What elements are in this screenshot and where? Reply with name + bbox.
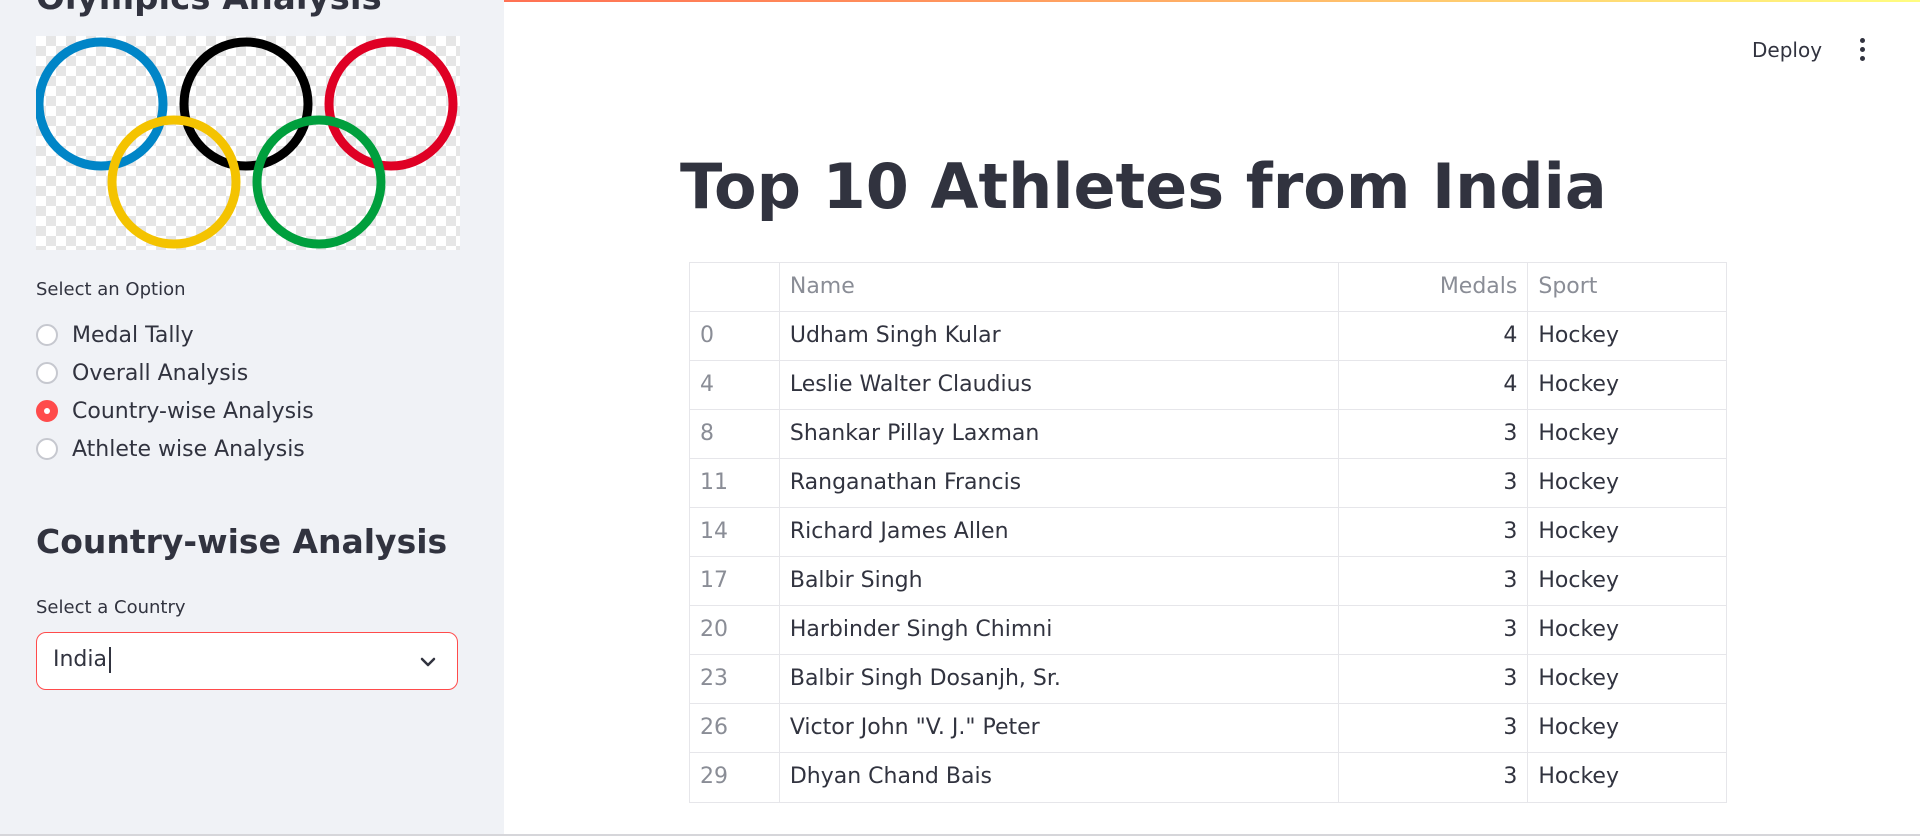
section-title: Country-wise Analysis (36, 522, 448, 561)
cell-name[interactable]: Dhyan Chand Bais (780, 753, 1339, 802)
column-header-medals[interactable]: Medals (1339, 263, 1529, 311)
cell-sport[interactable]: Hockey (1528, 606, 1726, 654)
radio-overall-analysis[interactable]: Overall Analysis (36, 354, 314, 392)
cell-medals[interactable]: 3 (1339, 704, 1529, 752)
table-row: 26 Victor John "V. J." Peter 3 Hockey (690, 704, 1726, 753)
row-index[interactable]: 20 (690, 606, 780, 654)
cell-name[interactable]: Shankar Pillay Laxman (780, 410, 1339, 458)
cell-name[interactable]: Harbinder Singh Chimni (780, 606, 1339, 654)
cell-medals[interactable]: 3 (1339, 508, 1529, 556)
cell-medals[interactable]: 3 (1339, 410, 1529, 458)
cell-name[interactable]: Richard James Allen (780, 508, 1339, 556)
cell-name[interactable]: Balbir Singh Dosanjh, Sr. (780, 655, 1339, 703)
row-index[interactable]: 4 (690, 361, 780, 409)
cell-sport[interactable]: Hockey (1528, 410, 1726, 458)
cell-name[interactable]: Balbir Singh (780, 557, 1339, 605)
table-header-row: Name Medals Sport (690, 263, 1726, 312)
cell-sport[interactable]: Hockey (1528, 312, 1726, 360)
text-cursor (109, 647, 111, 673)
cell-medals[interactable]: 3 (1339, 606, 1529, 654)
cell-medals[interactable]: 4 (1339, 361, 1529, 409)
table-row: 8 Shankar Pillay Laxman 3 Hockey (690, 410, 1726, 459)
cell-sport[interactable]: Hockey (1528, 655, 1726, 703)
olympic-rings-logo (36, 36, 460, 250)
column-header-sport[interactable]: Sport (1528, 263, 1726, 311)
radio-label: Overall Analysis (72, 360, 249, 386)
country-label: Select a Country (36, 597, 186, 618)
row-index[interactable]: 14 (690, 508, 780, 556)
country-select-value: India (53, 647, 111, 673)
radio-button-selected[interactable] (36, 400, 58, 422)
cell-medals[interactable]: 3 (1339, 655, 1529, 703)
table-row: 4 Leslie Walter Claudius 4 Hockey (690, 361, 1726, 410)
cell-sport[interactable]: Hockey (1528, 753, 1726, 802)
radio-label: Athlete wise Analysis (72, 436, 305, 462)
cell-sport[interactable]: Hockey (1528, 508, 1726, 556)
cell-sport[interactable]: Hockey (1528, 459, 1726, 507)
column-header-index[interactable] (690, 263, 780, 311)
table-row: 17 Balbir Singh 3 Hockey (690, 557, 1726, 606)
table-row: 0 Udham Singh Kular 4 Hockey (690, 312, 1726, 361)
cell-medals[interactable]: 3 (1339, 557, 1529, 605)
cell-sport[interactable]: Hockey (1528, 361, 1726, 409)
radio-button[interactable] (36, 438, 58, 460)
deploy-button[interactable]: Deploy (1752, 38, 1822, 62)
option-radio-group: Medal Tally Overall Analysis Country-wis… (36, 316, 314, 468)
table-row: 14 Richard James Allen 3 Hockey (690, 508, 1726, 557)
radio-button[interactable] (36, 324, 58, 346)
radio-country-wise-analysis[interactable]: Country-wise Analysis (36, 392, 314, 430)
table-row: 20 Harbinder Singh Chimni 3 Hockey (690, 606, 1726, 655)
radio-button[interactable] (36, 362, 58, 384)
table-row: 23 Balbir Singh Dosanjh, Sr. 3 Hockey (690, 655, 1726, 704)
column-header-name[interactable]: Name (780, 263, 1339, 311)
cell-name[interactable]: Ranganathan Francis (780, 459, 1339, 507)
option-label: Select an Option (36, 279, 186, 300)
country-select[interactable]: India (36, 632, 458, 690)
row-index[interactable]: 17 (690, 557, 780, 605)
chevron-down-icon[interactable] (419, 653, 437, 671)
page-title: Top 10 Athletes from India (680, 150, 1607, 223)
radio-athlete-wise-analysis[interactable]: Athlete wise Analysis (36, 430, 314, 468)
cell-name[interactable]: Leslie Walter Claudius (780, 361, 1339, 409)
row-index[interactable]: 0 (690, 312, 780, 360)
sidebar-title: Olympics Analysis (36, 0, 382, 18)
radio-label: Country-wise Analysis (72, 398, 314, 424)
cell-name[interactable]: Victor John "V. J." Peter (780, 704, 1339, 752)
radio-medal-tally[interactable]: Medal Tally (36, 316, 314, 354)
cell-medals[interactable]: 3 (1339, 459, 1529, 507)
row-index[interactable]: 23 (690, 655, 780, 703)
radio-label: Medal Tally (72, 322, 194, 348)
sidebar: Olympics Analysis Select an Option Medal… (0, 0, 504, 836)
row-index[interactable]: 26 (690, 704, 780, 752)
cell-medals[interactable]: 4 (1339, 312, 1529, 360)
row-index[interactable]: 29 (690, 753, 780, 802)
cell-medals[interactable]: 3 (1339, 753, 1529, 802)
cell-name[interactable]: Udham Singh Kular (780, 312, 1339, 360)
cell-sport[interactable]: Hockey (1528, 557, 1726, 605)
row-index[interactable]: 11 (690, 459, 780, 507)
athletes-table: Name Medals Sport 0 Udham Singh Kular 4 … (689, 262, 1727, 803)
table-row: 29 Dhyan Chand Bais 3 Hockey (690, 753, 1726, 802)
table-row: 11 Ranganathan Francis 3 Hockey (690, 459, 1726, 508)
cell-sport[interactable]: Hockey (1528, 704, 1726, 752)
kebab-menu-icon[interactable] (1850, 38, 1874, 66)
row-index[interactable]: 8 (690, 410, 780, 458)
country-select-text: India (53, 647, 107, 672)
